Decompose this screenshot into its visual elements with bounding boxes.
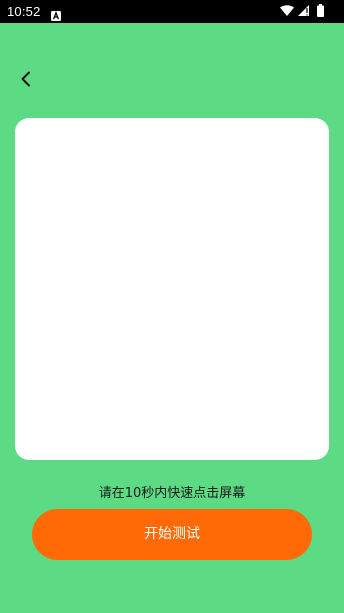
hint-text: 请在10秒内快速点击屏幕	[98, 486, 246, 501]
tap-area-card[interactable]	[15, 118, 329, 460]
status-time: 10:52	[7, 4, 41, 19]
status-bar: 10:52	[0, 0, 344, 23]
notification-a-icon	[51, 6, 61, 21]
chevron-left-icon	[21, 71, 30, 87]
back-button[interactable]	[14, 66, 40, 92]
start-test-button[interactable]: 开始测试	[32, 509, 312, 560]
